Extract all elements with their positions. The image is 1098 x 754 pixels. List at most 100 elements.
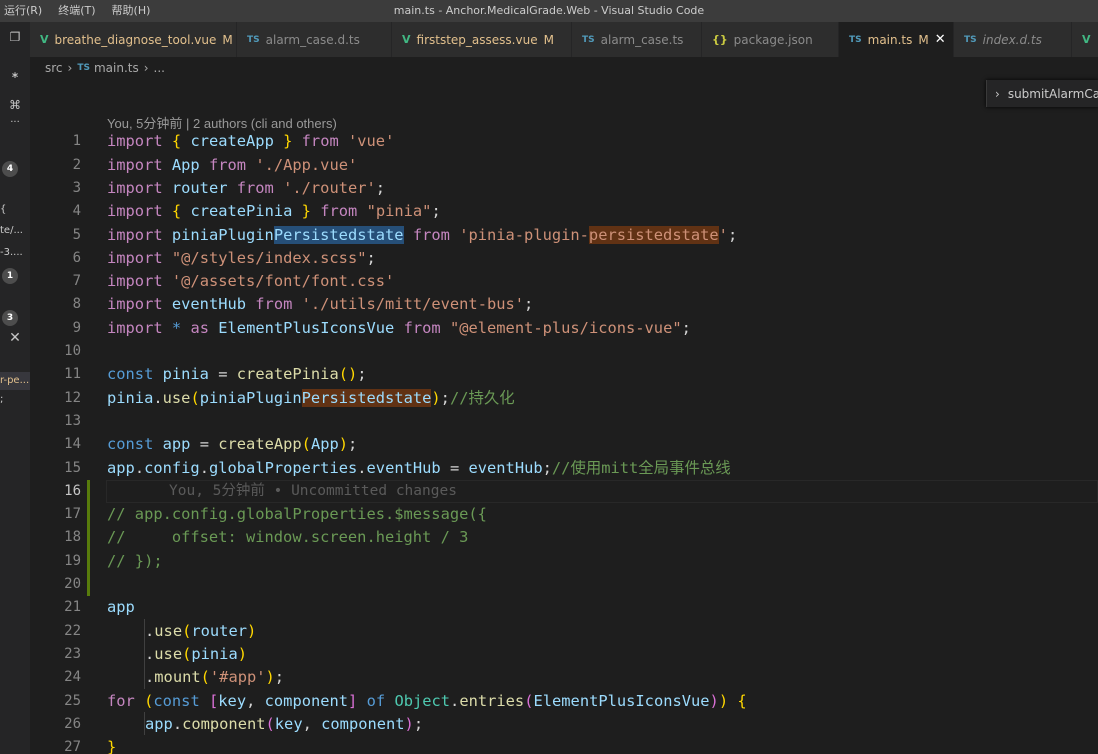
ts-file-icon: TS [849, 34, 862, 45]
code-line: 26 app.component(key, component); [30, 713, 1098, 736]
close-tab-icon[interactable]: ✕ [935, 32, 946, 47]
line-number: 26 [64, 715, 81, 732]
count-badge: 1 [2, 268, 18, 284]
tab-breathe-diagnose-tool[interactable]: V breathe_diagnose_tool.vue M [30, 22, 237, 57]
code-line: 18 // offset: window.screen.height / 3 [30, 526, 1098, 549]
tab-label: alarm_case.ts [600, 32, 684, 47]
code-text: import piniaPluginPersistedstate from 'p… [107, 225, 738, 244]
sidebar-text: { [0, 204, 7, 215]
line-number: 4 [72, 203, 81, 220]
tab-overflow[interactable]: V [1072, 22, 1098, 57]
line-number: 22 [64, 622, 81, 639]
tab-label: main.ts [867, 32, 913, 47]
code-line: 15 app.config.globalProperties.eventHub … [30, 457, 1098, 480]
modified-indicator: M [543, 32, 554, 47]
code-line: 19 // }); [30, 550, 1098, 573]
code-line: 25 for (const [key, component] of Object… [30, 690, 1098, 713]
modified-indicator: M [918, 32, 929, 47]
line-number: 27 [64, 739, 81, 754]
code-line: 3 import router from './router'; [30, 177, 1098, 200]
code-text: pinia.use(piniaPluginPersistedstate);//持… [107, 388, 515, 407]
tab-label: firststep_assess.vue [416, 32, 538, 47]
code-line: 5 import piniaPluginPersistedstate from … [30, 224, 1098, 247]
editor-tabs: V breathe_diagnose_tool.vue M TS alarm_c… [30, 22, 1098, 57]
code-text: import { createPinia } from "pinia"; [107, 202, 441, 221]
close-icon[interactable]: ✕ [2, 330, 28, 346]
line-number: 18 [64, 529, 81, 546]
line-number: 1 [72, 133, 81, 150]
line-number: 2 [72, 156, 81, 173]
breadcrumb-file[interactable]: main.ts [94, 61, 139, 75]
tab-label: breathe_diagnose_tool.vue [54, 32, 217, 47]
code-line: 1 import { createApp } from 'vue' [30, 130, 1098, 153]
sidebar-text: te/... [0, 225, 23, 236]
title-bar: 运行(R) 终端(T) 帮助(H) main.ts - Anchor.Medic… [0, 0, 1098, 22]
code-comment: // app.config.globalProperties.$message(… [107, 505, 487, 524]
json-file-icon: {} [712, 33, 728, 46]
line-number: 21 [64, 599, 81, 616]
ts-file-icon: TS [582, 34, 595, 45]
tab-firststep-assess[interactable]: V firststep_assess.vue M [392, 22, 572, 57]
breadcrumb-more[interactable]: ... [154, 61, 165, 75]
tab-package-json[interactable]: {} package.json [702, 22, 839, 57]
tab-main-ts[interactable]: TS main.ts M ✕ [839, 22, 954, 57]
tab-label: index.d.ts [982, 32, 1042, 47]
chevron-right-icon: › [67, 61, 73, 75]
sticky-label: submitAlarmCa [1007, 86, 1098, 101]
code-text: .use(pinia) [145, 644, 247, 663]
count-badge: 3 [2, 310, 18, 326]
copy-icon[interactable]: ❐ [2, 30, 28, 44]
vue-file-icon: V [1082, 33, 1091, 46]
code-text: for (const [key, component] of Object.en… [107, 691, 747, 710]
code-line: 6 import "@/styles/index.scss"; [30, 247, 1098, 270]
code-line: 4 import { createPinia } from "pinia"; [30, 200, 1098, 223]
more-icon[interactable]: ··· [2, 117, 28, 128]
code-line: 10 [30, 340, 1098, 363]
code-text: const app = createApp(App); [107, 435, 358, 454]
window-title: main.ts - Anchor.MedicalGrade.Web - Visu… [393, 4, 705, 17]
source-control-icon[interactable]: ⌘ [2, 98, 28, 112]
line-number: 10 [64, 343, 81, 359]
code-line: 2 import App from './App.vue' [30, 154, 1098, 177]
sticky-scroll-widget[interactable]: › submitAlarmCa [986, 80, 1098, 107]
modified-indicator: M [222, 32, 233, 47]
code-text: .use(router) [145, 621, 257, 640]
ts-file-icon: TS [77, 63, 90, 73]
line-number: 8 [72, 296, 81, 313]
code-line: 22 .use(router) [30, 620, 1098, 643]
code-text: import router from './router'; [107, 178, 386, 197]
code-text: .mount('#app'); [145, 668, 285, 687]
code-line: 16 You, 5分钟前 • Uncommitted changes [30, 480, 1098, 503]
new-file-icon[interactable]: ⁎ [2, 67, 28, 81]
code-line: 8 import eventHub from './utils/mitt/eve… [30, 293, 1098, 316]
line-number: 6 [72, 249, 81, 266]
code-line: 9 import * as ElementPlusIconsVue from "… [30, 317, 1098, 340]
sidebar-text: ; [0, 394, 4, 405]
tab-alarm-case-ts[interactable]: TS alarm_case.ts [572, 22, 702, 57]
code-line: 12 pinia.use(piniaPluginPersistedstate);… [30, 387, 1098, 410]
line-number: 24 [64, 669, 81, 686]
code-line: 13 [30, 410, 1098, 433]
line-number: 19 [64, 552, 81, 569]
line-number: 20 [64, 576, 81, 592]
git-blame-codelens[interactable]: You, 5分钟前 | 2 authors (cli and others) [107, 113, 337, 132]
vue-file-icon: V [402, 33, 411, 46]
sidebar-text: -3.... [0, 247, 23, 258]
breadcrumb-folder[interactable]: src [45, 61, 63, 75]
sidebar-text-selected[interactable]: r-pe... [0, 372, 30, 390]
line-number: 9 [72, 319, 81, 336]
tab-alarm-case-d-ts[interactable]: TS alarm_case.d.ts [237, 22, 392, 57]
code-line: 23 .use(pinia) [30, 643, 1098, 666]
code-comment: // }); [107, 551, 163, 570]
code-editor[interactable]: You, 5分钟前 | 2 authors (cli and others) 1… [30, 107, 1098, 754]
tab-index-d-ts[interactable]: TS index.d.ts [954, 22, 1072, 57]
code-line: 21 app [30, 596, 1098, 619]
breadcrumb: src › TS main.ts › ... [45, 60, 165, 76]
line-number: 17 [64, 506, 81, 523]
tab-label: package.json [733, 32, 813, 47]
code-text: import '@/assets/font/font.css' [107, 272, 395, 291]
ts-file-icon: TS [247, 34, 260, 45]
line-number: 7 [72, 273, 81, 290]
line-number: 23 [64, 645, 81, 662]
code-line: 7 import '@/assets/font/font.css' [30, 270, 1098, 293]
